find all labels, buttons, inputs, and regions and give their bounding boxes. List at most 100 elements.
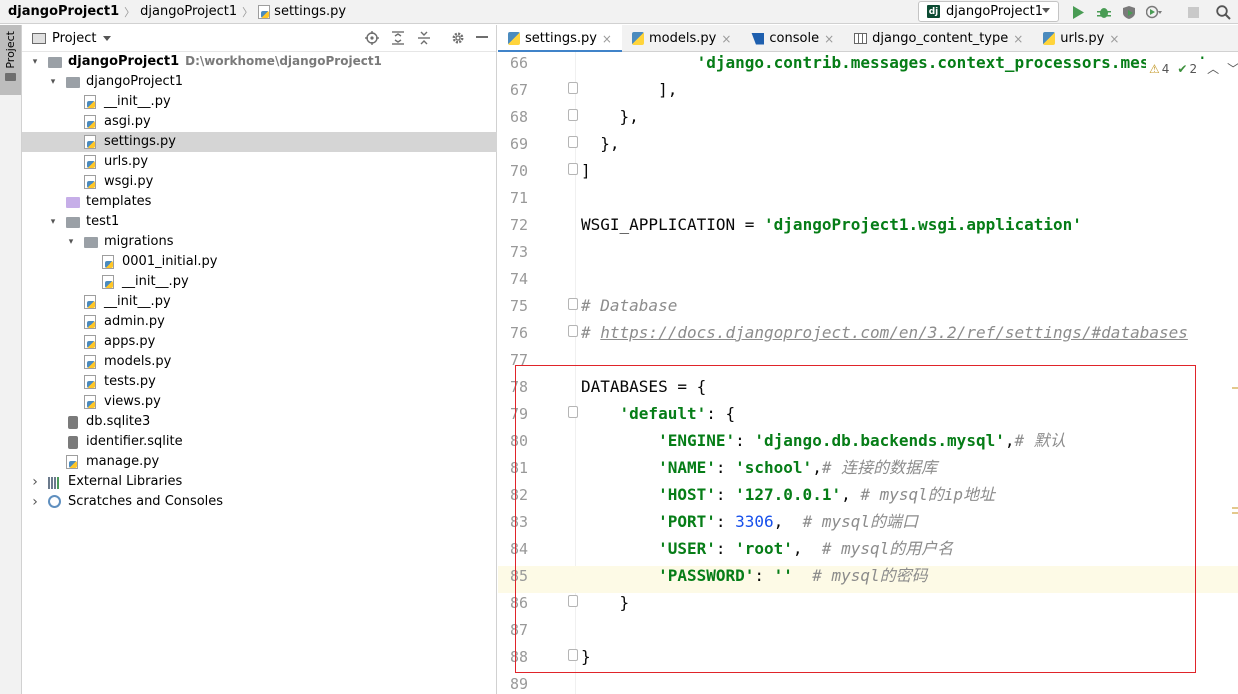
editor-tab[interactable]: django_content_type × xyxy=(844,25,1033,52)
code-line[interactable]: 75 # Database xyxy=(498,296,1238,323)
code-line[interactable]: 72 WSGI_APPLICATION = 'djangoProject1.wsg… xyxy=(498,215,1238,242)
collapse-all-icon[interactable] xyxy=(416,30,432,46)
chevron-down-icon[interactable]: ▾ xyxy=(48,217,58,227)
tree-item[interactable]: 0001_initial.py xyxy=(22,252,497,272)
code-line[interactable]: 78 DATABASES = { xyxy=(498,377,1238,404)
tree-item[interactable]: urls.py xyxy=(22,152,497,172)
line-number: 80 xyxy=(510,432,529,450)
tree-item[interactable]: wsgi.py xyxy=(22,172,497,192)
tree-item[interactable]: __init__.py xyxy=(22,92,497,112)
code-line[interactable]: 86 } xyxy=(498,593,1238,620)
search-everywhere-button[interactable] xyxy=(1214,3,1232,21)
expand-all-icon[interactable] xyxy=(390,30,406,46)
close-icon[interactable]: × xyxy=(824,32,834,46)
code-line[interactable]: 80 'ENGINE': 'django.db.backends.mysql',… xyxy=(498,431,1238,458)
editor-tab[interactable]: models.py × xyxy=(622,25,741,52)
fold-marker-icon[interactable] xyxy=(568,109,578,121)
tree-item[interactable]: identifier.sqlite xyxy=(22,432,497,452)
tree-item[interactable]: ▾ test1 xyxy=(22,212,497,232)
tree-item[interactable]: templates xyxy=(22,192,497,212)
fold-marker-icon[interactable] xyxy=(568,406,578,418)
hide-panel-icon[interactable] xyxy=(474,30,490,46)
run-button[interactable] xyxy=(1069,3,1087,21)
gear-icon[interactable] xyxy=(450,30,466,46)
run-with-coverage-button[interactable] xyxy=(1120,3,1138,21)
project-view-selector[interactable]: Project xyxy=(52,31,96,46)
code-line[interactable]: 67 ], xyxy=(498,80,1238,107)
code-line[interactable]: 85 'PASSWORD': '' # mysql的密码 xyxy=(498,566,1238,593)
close-icon[interactable]: × xyxy=(721,32,731,46)
code-text: 'NAME': 'school',# 连接的数据库 xyxy=(658,458,938,477)
tree-item[interactable]: › External Libraries xyxy=(22,472,497,492)
next-highlight-icon[interactable]: ﹀ xyxy=(1227,60,1238,77)
fold-marker-icon[interactable] xyxy=(568,595,578,607)
tree-item[interactable]: db.sqlite3 xyxy=(22,412,497,432)
fold-marker-icon[interactable] xyxy=(568,325,578,337)
run-configuration-select[interactable]: dj djangoProject1 xyxy=(918,1,1059,22)
tree-item[interactable]: __init__.py xyxy=(22,292,497,312)
code-line[interactable]: 66 'django.contrib.messages.context_proc… xyxy=(498,53,1238,80)
chevron-down-icon[interactable]: ▾ xyxy=(48,77,58,87)
locate-file-icon[interactable] xyxy=(364,30,380,46)
editor-tab[interactable]: settings.py × xyxy=(498,25,622,53)
code-line[interactable]: 81 'NAME': 'school',# 连接的数据库 xyxy=(498,458,1238,485)
tree-item[interactable]: asgi.py xyxy=(22,112,497,132)
python-file-icon xyxy=(1043,32,1056,45)
chevron-right-icon[interactable]: › xyxy=(30,474,40,490)
code-line[interactable]: 88} xyxy=(498,647,1238,674)
code-line[interactable]: 84 'USER': 'root', # mysql的用户名 xyxy=(498,539,1238,566)
project-tool-window-button[interactable]: Project xyxy=(0,25,21,95)
fold-marker-icon[interactable] xyxy=(568,298,578,310)
tree-item[interactable]: manage.py xyxy=(22,452,497,472)
fold-marker-icon[interactable] xyxy=(568,136,578,148)
close-icon[interactable]: × xyxy=(1013,32,1023,46)
code-line[interactable]: 69 }, xyxy=(498,134,1238,161)
tree-item[interactable]: apps.py xyxy=(22,332,497,352)
code-line[interactable]: 70] xyxy=(498,161,1238,188)
code-text: 'django.contrib.messages.context_process… xyxy=(696,53,1217,72)
code-line[interactable]: 82 'HOST': '127.0.0.1', # mysql的ip地址 xyxy=(498,485,1238,512)
breadcrumb-project[interactable]: djangoProject1 xyxy=(8,4,119,19)
tree-item[interactable]: views.py xyxy=(22,392,497,412)
folder-icon xyxy=(48,57,62,68)
code-line[interactable]: 68 }, xyxy=(498,107,1238,134)
close-icon[interactable]: × xyxy=(1109,32,1119,46)
inspection-widget[interactable]: ⚠ 4 ✔ 2 ︿ ﹀ xyxy=(1146,59,1238,78)
profile-button[interactable] xyxy=(1145,3,1163,21)
code-line[interactable]: 79 'default': { xyxy=(498,404,1238,431)
chevron-down-icon[interactable] xyxy=(103,35,112,41)
tree-item[interactable]: tests.py xyxy=(22,372,497,392)
tree-item[interactable]: admin.py xyxy=(22,312,497,332)
tree-item[interactable]: settings.py xyxy=(22,132,497,152)
python-file-icon xyxy=(102,275,114,289)
code-line[interactable]: 71 xyxy=(498,188,1238,215)
editor-tab[interactable]: urls.py × xyxy=(1033,25,1129,52)
stop-button[interactable] xyxy=(1184,3,1202,21)
code-line[interactable]: 73 xyxy=(498,242,1238,269)
tree-item[interactable]: › Scratches and Consoles xyxy=(22,492,497,512)
code-line[interactable]: 87 xyxy=(498,620,1238,647)
fold-marker-icon[interactable] xyxy=(568,163,578,175)
breadcrumb-package[interactable]: djangoProject1 xyxy=(140,4,237,19)
code-line[interactable]: 74 xyxy=(498,269,1238,296)
editor-tab[interactable]: console × xyxy=(741,25,844,52)
close-icon[interactable]: × xyxy=(602,32,612,46)
fold-marker-icon[interactable] xyxy=(568,82,578,94)
tree-item[interactable]: ▾ djangoProject1 xyxy=(22,72,497,92)
chevron-down-icon[interactable]: ▾ xyxy=(30,57,40,67)
debug-button[interactable] xyxy=(1095,3,1113,21)
previous-highlight-icon[interactable]: ︿ xyxy=(1207,60,1219,77)
tree-item[interactable]: ▾ djangoProject1 D:\workhome\djangoProject… xyxy=(22,52,497,72)
tree-item[interactable]: ▾ migrations xyxy=(22,232,497,252)
code-line[interactable]: 83 'PORT': 3306, # mysql的端口 xyxy=(498,512,1238,539)
code-line[interactable]: 77 xyxy=(498,350,1238,377)
code-line[interactable]: 89 xyxy=(498,674,1238,694)
code-editor[interactable]: 66 'django.contrib.messages.context_proc… xyxy=(498,52,1238,694)
chevron-right-icon[interactable]: › xyxy=(30,494,40,510)
breadcrumb-file[interactable]: settings.py xyxy=(274,4,346,19)
tree-item[interactable]: __init__.py xyxy=(22,272,497,292)
chevron-down-icon[interactable]: ▾ xyxy=(66,237,76,247)
fold-marker-icon[interactable] xyxy=(568,649,578,661)
code-line[interactable]: 76 # https://docs.djangoproject.com/en/3.… xyxy=(498,323,1238,350)
tree-item[interactable]: models.py xyxy=(22,352,497,372)
